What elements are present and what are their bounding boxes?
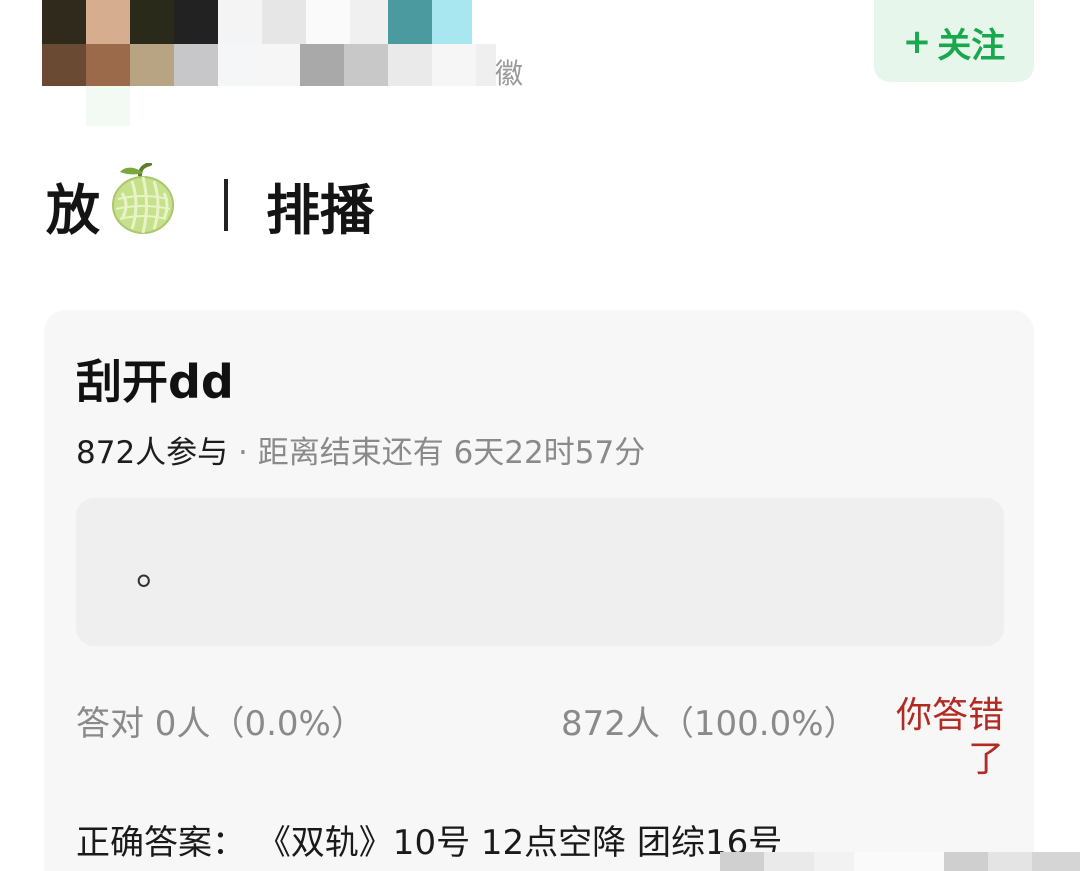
quiz-card: 刮开dd 872人参与 · 距离结束还有 6天22时57分 。 答对 0人（0.… [44, 310, 1034, 871]
correct-answer-value: 《双轨》10号 12点空降 团综16号 [256, 823, 783, 863]
result-badge: 你答错了 [895, 695, 1004, 780]
quiz-meta: 872人参与 · 距离结束还有 6天22时57分 [76, 427, 645, 472]
title-divider [224, 179, 228, 231]
follow-button-label: 关注 [937, 25, 1006, 66]
scratch-option[interactable]: 。 [76, 498, 1004, 646]
option-text: 。 [136, 548, 176, 594]
correct-count: 答对 0人（0.0%） [76, 704, 365, 744]
post-title: 放 排播 [46, 161, 374, 242]
answer-stats: 答对 0人（0.0%） 872人（100.0%） 你答错了 [76, 692, 1016, 792]
correct-answer: 正确答案： 《双轨》10号 12点空降 团综16号 [76, 815, 782, 864]
quiz-title: 刮开dd [76, 355, 234, 409]
censored-footer [720, 852, 1080, 871]
melon-icon [110, 161, 176, 248]
post-title-left: 放 [46, 178, 100, 242]
correct-answer-label: 正确答案： [76, 823, 246, 863]
censored-user-info [42, 0, 532, 130]
post-title-right: 排播 [266, 178, 374, 242]
post-page: 徽 + 关注 放 排播 刮开dd 872人参与 · 距离结束还有 6天22时57… [0, 0, 1080, 871]
follow-button[interactable]: + 关注 [874, 0, 1034, 82]
participant-count: 872人参与 [76, 435, 229, 471]
meta-separator: · [228, 435, 258, 471]
wrong-count: 872人（100.0%） [561, 704, 858, 744]
censored-username-fragment: 徽 [495, 57, 525, 90]
time-remaining: 距离结束还有 6天22时57分 [257, 435, 646, 471]
plus-icon: + [902, 22, 932, 62]
